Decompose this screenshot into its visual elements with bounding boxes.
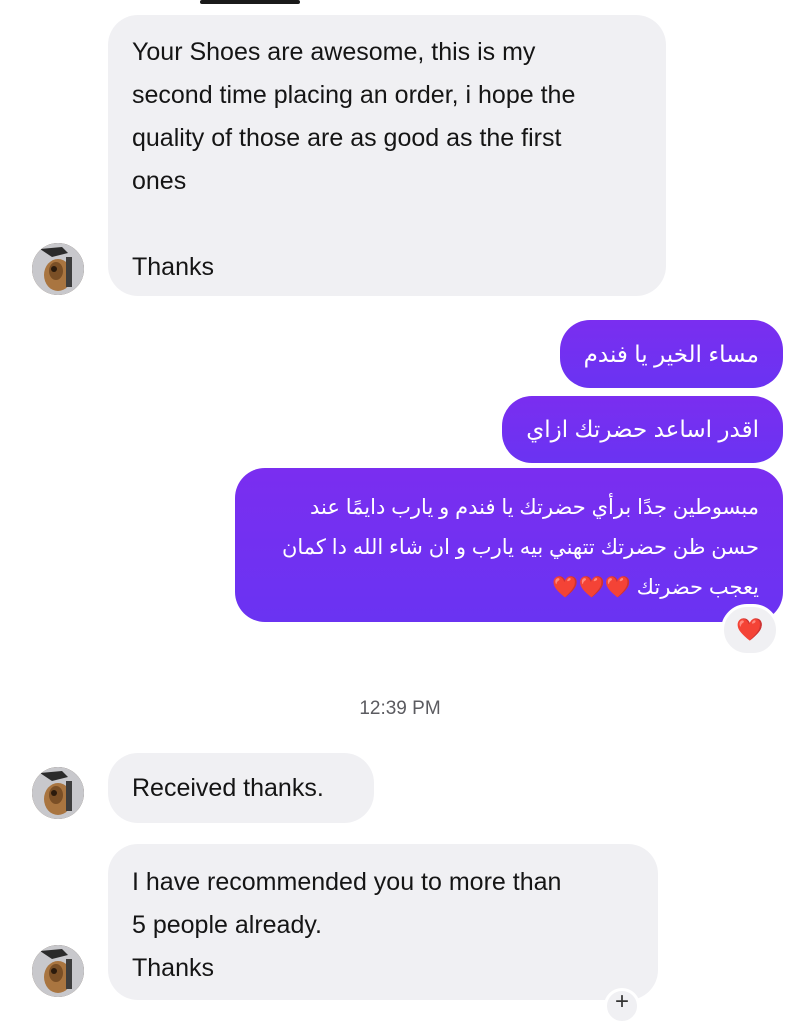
heart-reaction[interactable]: ❤️ [721,604,779,656]
sender-avatar-image [32,945,84,997]
message-text-line: Thanks [132,954,214,982]
message-text-line: quality of those are as good as the firs… [132,124,562,152]
message-text-line: Thanks [132,253,214,281]
incoming-message-bubble[interactable]: Your Shoes are awesome, this is my secon… [108,15,666,296]
message-text-line: ones [132,167,187,195]
sender-avatar[interactable] [32,767,84,819]
outgoing-message-bubble[interactable]: مساء الخير يا فندم [559,320,783,388]
top-scroll-indicator [200,0,300,4]
message-text-line: اقدر اساعد حضرتك ازاي [526,416,759,442]
message-text-line: مساء الخير يا فندم [583,341,759,367]
message-text-line: Your Shoes are awesome, this is my [132,38,536,66]
message-text-line [132,203,642,246]
sender-avatar-image [32,243,84,295]
sender-avatar-image [32,767,84,819]
message-text-line: يعجب حضرتك ❤️❤️❤️ [552,576,759,599]
heart-icon: ❤️ [736,617,764,642]
message-text-line: حسن ظن حضرتك تتهني بيه يارب و ان شاء الل… [281,536,759,559]
message-text-line: I have recommended you to more than [132,868,562,896]
outgoing-message-bubble[interactable]: مبسوطين جدًا برأي حضرتك يا فندم و يارب د… [235,468,783,622]
outgoing-message-bubble[interactable]: اقدر اساعد حضرتك ازاي [502,396,783,463]
message-text-line: مبسوطين جدًا برأي حضرتك يا فندم و يارب د… [310,496,759,519]
message-text-line: second time placing an order, i hope the [132,81,576,109]
incoming-message-bubble[interactable]: I have recommended you to more than 5 pe… [108,844,658,1000]
add-reaction-button[interactable]: + [604,988,640,1024]
sender-avatar[interactable] [32,945,84,997]
message-text-line: 5 people already. [132,911,322,939]
message-timestamp: 12:39 PM [359,698,441,719]
sender-avatar[interactable] [32,243,84,295]
message-text-line: Received thanks. [132,774,324,802]
incoming-message-bubble[interactable]: Received thanks. [108,753,374,823]
